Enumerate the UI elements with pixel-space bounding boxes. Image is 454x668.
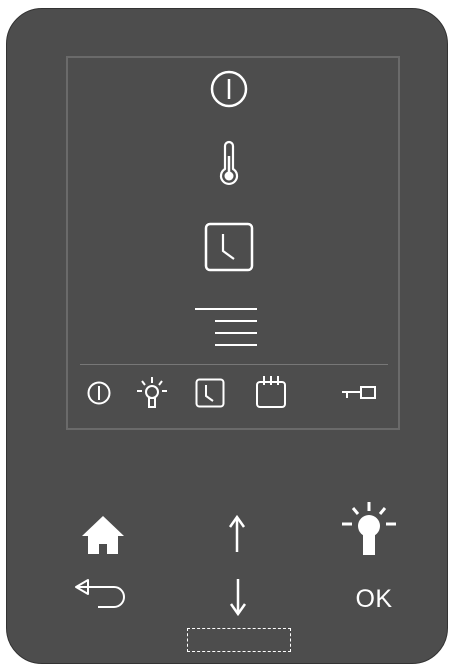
calendar-icon (256, 376, 286, 408)
arrow-up-icon (228, 514, 246, 552)
home-icon (82, 516, 124, 554)
key-lock-icon (342, 386, 376, 399)
menu-item-power[interactable] (207, 69, 251, 109)
ok-button[interactable]: OK (344, 584, 404, 614)
home-button[interactable] (80, 514, 126, 556)
arrow-down-icon (229, 579, 247, 617)
menu-item-clock[interactable] (204, 222, 254, 272)
light-bulb-icon (137, 377, 167, 408)
status-bar (80, 372, 390, 414)
arrow-down-button[interactable] (228, 577, 248, 617)
menu-item-temperature[interactable] (214, 138, 244, 188)
arrow-up-button[interactable] (227, 514, 247, 554)
thermometer-icon (219, 140, 239, 186)
back-arrow-icon (75, 579, 125, 608)
clock-icon (204, 222, 254, 272)
back-button[interactable] (74, 578, 130, 610)
sensor-area (187, 628, 291, 652)
power-icon (87, 381, 111, 405)
menu-item-lines[interactable] (193, 306, 259, 350)
light-button[interactable] (342, 502, 398, 558)
menu-lines-icon (195, 308, 257, 346)
screen-divider (80, 364, 388, 365)
light-bulb-icon (342, 502, 396, 555)
clock-icon (195, 378, 225, 408)
power-icon (210, 70, 248, 108)
